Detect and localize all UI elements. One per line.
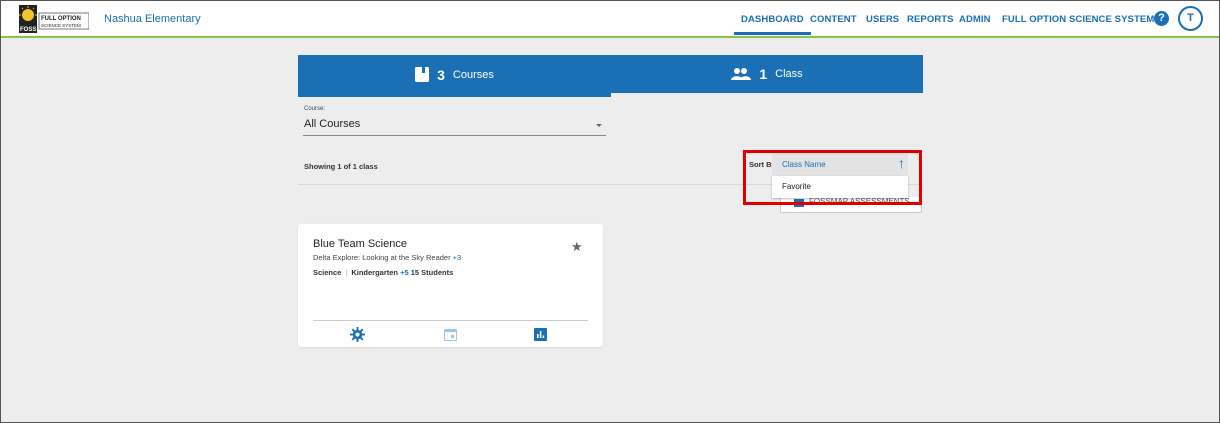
courses-label: Courses xyxy=(452,68,494,81)
people-icon xyxy=(731,68,752,80)
school-name[interactable]: Nashua Elementary xyxy=(104,13,201,25)
nav-dashboard[interactable]: DASHBOARD xyxy=(734,14,811,35)
class-title[interactable]: Blue Team Science xyxy=(313,238,407,250)
gear-icon[interactable] xyxy=(350,327,365,342)
nav-admin[interactable]: ADMIN xyxy=(959,14,991,25)
course-filter-label: Course: xyxy=(304,106,326,112)
book-icon xyxy=(415,67,430,82)
logo-abbr: FOSS xyxy=(20,27,36,33)
logo-text-line1: FULL OPTION xyxy=(41,16,81,22)
class-course: Delta Explore: Looking at the Sky Reader… xyxy=(313,253,461,262)
favorite-star-icon[interactable]: ★ xyxy=(571,240,583,253)
nav-reports[interactable]: REPORTS xyxy=(907,14,954,25)
card-divider xyxy=(313,320,588,321)
classes-label: Class xyxy=(775,68,803,80)
courses-count: 3 xyxy=(437,66,445,83)
class-card[interactable]: Blue Team Science ★ Delta Explore: Looki… xyxy=(298,224,603,347)
course-select[interactable]: All Courses xyxy=(303,115,606,136)
help-icon[interactable]: ? xyxy=(1154,11,1169,26)
class-course-name: Delta Explore: Looking at the Sky Reader xyxy=(313,253,451,262)
nav-content[interactable]: CONTENT xyxy=(810,14,857,25)
tab-courses[interactable]: 3 Courses xyxy=(298,55,611,97)
top-nav-bar: FOSS FULL OPTION SCIENCE SYSTEM Nashua E… xyxy=(1,1,1219,38)
annotation-highlight-box xyxy=(743,150,922,205)
caret-down-icon xyxy=(596,124,602,127)
nav-users[interactable]: USERS xyxy=(866,14,899,25)
course-select-value: All Courses xyxy=(304,118,361,130)
calendar-icon[interactable] xyxy=(444,328,457,341)
class-students: 15 Students xyxy=(410,268,454,277)
avatar[interactable]: T xyxy=(1178,6,1203,31)
nav-foss[interactable]: FULL OPTION SCIENCE SYSTEM xyxy=(1002,14,1154,25)
class-grade: Kindergarten xyxy=(351,268,398,277)
class-grade-more[interactable]: +5 xyxy=(400,268,409,277)
results-count: Showing 1 of 1 class xyxy=(304,162,378,171)
class-course-more[interactable]: +3 xyxy=(453,253,462,262)
class-meta: Science | Kindergarten +5 15 Students xyxy=(313,268,454,277)
bar-chart-icon[interactable] xyxy=(534,328,547,341)
logo-text-line2: SCIENCE SYSTEM xyxy=(41,23,81,28)
class-subject: Science xyxy=(313,268,342,277)
classes-count: 1 xyxy=(759,66,768,82)
tab-classes[interactable]: 1 Class xyxy=(611,55,923,93)
foss-logo[interactable]: FOSS FULL OPTION SCIENCE SYSTEM xyxy=(19,5,89,33)
